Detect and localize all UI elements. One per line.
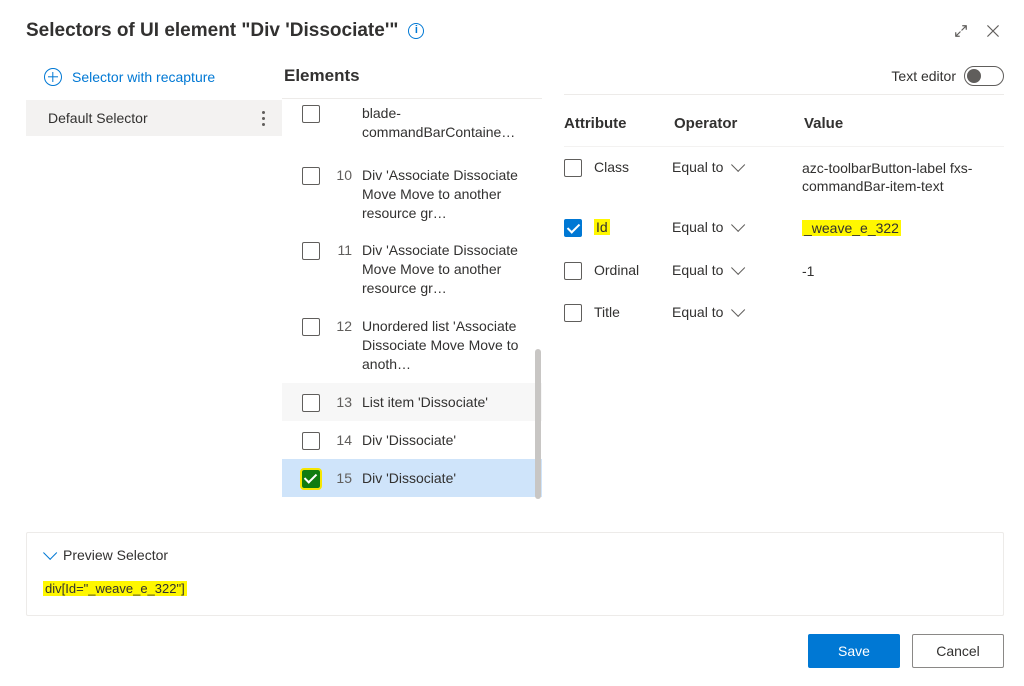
- element-index: 11: [330, 240, 352, 258]
- selector-list: Default Selector: [26, 100, 282, 136]
- dialog-body: Selector with recapture Default Selector…: [26, 60, 1004, 518]
- element-row[interactable]: blade-commandBarContaine…: [282, 99, 542, 156]
- attribute-row: Ordinal Equal to -1: [564, 250, 1004, 292]
- element-index: 15: [330, 468, 352, 486]
- element-row[interactable]: 13 List item 'Dissociate': [282, 383, 542, 421]
- scrollbar-thumb[interactable]: [535, 349, 541, 499]
- attribute-row: Class Equal to azc-toolbarButton-label f…: [564, 147, 1004, 207]
- toggle-knob: [967, 69, 981, 83]
- close-button[interactable]: [982, 20, 1004, 42]
- element-row[interactable]: 10 Div 'Associate Dissociate Move Move t…: [282, 156, 542, 232]
- element-checkbox[interactable]: [302, 470, 320, 488]
- attributes-header: Text editor: [564, 60, 1004, 95]
- element-checkbox[interactable]: [302, 318, 320, 336]
- info-icon[interactable]: i: [408, 23, 424, 39]
- element-row[interactable]: 14 Div 'Dissociate': [282, 421, 542, 459]
- col-header-value: Value: [804, 115, 1004, 132]
- preview-selector-text: div[Id="_weave_e_322"]: [43, 581, 987, 597]
- col-header-operator: Operator: [674, 115, 804, 132]
- add-selector-with-recapture[interactable]: Selector with recapture: [26, 60, 282, 100]
- element-row[interactable]: 15 Div 'Dissociate': [282, 459, 542, 497]
- element-checkbox[interactable]: [302, 167, 320, 185]
- element-label: Unordered list 'Associate Dissociate Mov…: [362, 316, 534, 374]
- left-panel: Selector with recapture Default Selector: [26, 60, 282, 518]
- selector-builder-dialog: Selectors of UI element "Div 'Dissociate…: [0, 0, 1024, 686]
- element-checkbox[interactable]: [302, 242, 320, 260]
- plus-icon: [44, 68, 62, 86]
- cancel-button[interactable]: Cancel: [912, 634, 1004, 668]
- element-label: Div 'Dissociate': [362, 430, 534, 450]
- chevron-down-icon: [43, 546, 57, 560]
- element-index: 13: [330, 392, 352, 410]
- add-selector-label: Selector with recapture: [72, 69, 215, 85]
- attribute-operator[interactable]: Equal to: [672, 304, 802, 320]
- element-index: 12: [330, 316, 352, 334]
- elements-column: Elements blade-commandBarContaine… 10 Di…: [282, 60, 542, 518]
- attribute-row: Id Equal to _weave_e_322: [564, 207, 1004, 249]
- selector-item-default[interactable]: Default Selector: [26, 100, 282, 136]
- chevron-down-icon: [731, 158, 745, 172]
- element-label: blade-commandBarContaine…: [362, 103, 534, 142]
- attribute-name: Ordinal: [594, 262, 672, 278]
- chevron-down-icon: [731, 218, 745, 232]
- preview-selector-panel: Preview Selector div[Id="_weave_e_322"]: [26, 532, 1004, 616]
- element-label: Div 'Associate Dissociate Move Move to a…: [362, 165, 534, 223]
- elements-list[interactable]: blade-commandBarContaine… 10 Div 'Associ…: [282, 99, 542, 518]
- element-row[interactable]: 11 Div 'Associate Dissociate Move Move t…: [282, 231, 542, 307]
- element-label: Div 'Associate Dissociate Move Move to a…: [362, 240, 534, 298]
- attribute-row: Title Equal to: [564, 292, 1004, 334]
- col-header-attribute: Attribute: [564, 115, 674, 132]
- selector-item-label: Default Selector: [48, 110, 148, 126]
- element-checkbox[interactable]: [302, 394, 320, 412]
- dialog-footer: Save Cancel: [26, 634, 1004, 668]
- element-label: Div 'Dissociate': [362, 468, 534, 488]
- kebab-menu-button[interactable]: [254, 111, 272, 126]
- attribute-value[interactable]: _weave_e_322: [802, 219, 1004, 237]
- attribute-value[interactable]: -1: [802, 262, 1004, 280]
- dialog-header: Selectors of UI element "Div 'Dissociate…: [26, 20, 1004, 42]
- attribute-checkbox[interactable]: [564, 159, 582, 177]
- attribute-operator[interactable]: Equal to: [672, 219, 802, 235]
- element-index: [330, 103, 352, 105]
- element-label: List item 'Dissociate': [362, 392, 534, 412]
- element-row[interactable]: 12 Unordered list 'Associate Dissociate …: [282, 307, 542, 383]
- attribute-name: Id: [594, 219, 672, 235]
- chevron-down-icon: [731, 303, 745, 317]
- dialog-title: Selectors of UI element "Div 'Dissociate…: [26, 20, 398, 42]
- preview-label: Preview Selector: [63, 547, 168, 563]
- element-checkbox[interactable]: [302, 432, 320, 450]
- text-editor-label: Text editor: [891, 68, 956, 84]
- attribute-checkbox[interactable]: [564, 304, 582, 322]
- element-checkbox[interactable]: [302, 105, 320, 123]
- attribute-name: Title: [594, 304, 672, 320]
- attribute-value[interactable]: azc-toolbarButton-label fxs-commandBar-i…: [802, 159, 1004, 195]
- attributes-column: Text editor Attribute Operator Value Cla…: [542, 60, 1004, 518]
- close-icon: [986, 24, 1000, 38]
- elements-scrollbar[interactable]: [534, 99, 542, 518]
- attribute-checkbox[interactable]: [564, 219, 582, 237]
- save-button[interactable]: Save: [808, 634, 900, 668]
- attribute-checkbox[interactable]: [564, 262, 582, 280]
- attribute-operator[interactable]: Equal to: [672, 159, 802, 175]
- attribute-operator[interactable]: Equal to: [672, 262, 802, 278]
- attribute-name: Class: [594, 159, 672, 175]
- attributes-table-header: Attribute Operator Value: [564, 95, 1004, 147]
- maximize-button[interactable]: [950, 20, 972, 42]
- elements-heading: Elements: [282, 60, 542, 99]
- text-editor-toggle[interactable]: [964, 66, 1004, 86]
- preview-toggle[interactable]: Preview Selector: [43, 547, 987, 563]
- chevron-down-icon: [731, 260, 745, 274]
- maximize-icon: [954, 24, 968, 38]
- element-index: 10: [330, 165, 352, 183]
- element-index: 14: [330, 430, 352, 448]
